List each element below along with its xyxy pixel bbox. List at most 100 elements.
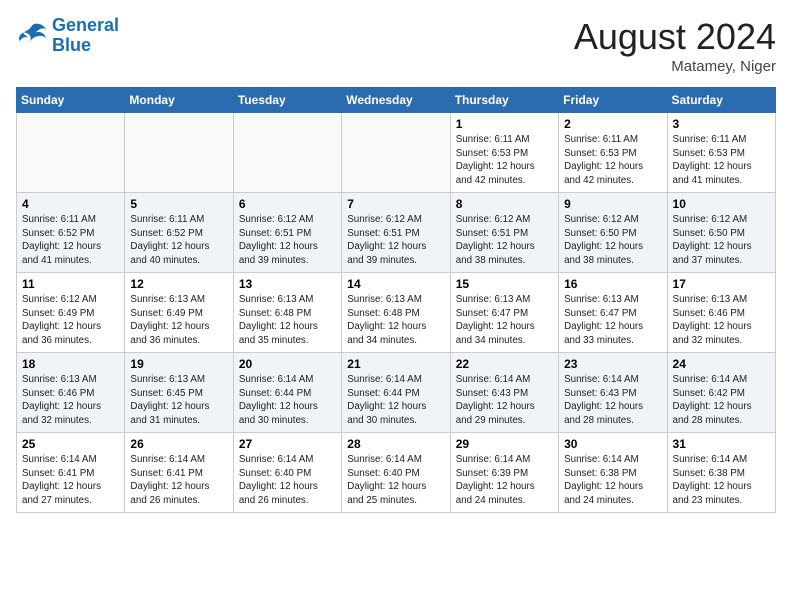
calendar-day-cell: 6Sunrise: 6:12 AMSunset: 6:51 PMDaylight… — [233, 193, 341, 273]
day-number: 13 — [239, 277, 336, 291]
day-info: Sunrise: 6:14 AMSunset: 6:38 PMDaylight:… — [673, 453, 770, 508]
day-info: Sunrise: 6:11 AMSunset: 6:53 PMDaylight:… — [456, 133, 553, 188]
calendar-header-wednesday: Wednesday — [342, 88, 450, 113]
day-number: 5 — [130, 197, 227, 211]
day-info: Sunrise: 6:14 AMSunset: 6:42 PMDaylight:… — [673, 373, 770, 428]
day-number: 23 — [564, 357, 661, 371]
location: Matamey, Niger — [574, 58, 776, 75]
day-number: 4 — [22, 197, 119, 211]
day-info: Sunrise: 6:13 AMSunset: 6:45 PMDaylight:… — [130, 373, 227, 428]
day-number: 10 — [673, 197, 770, 211]
calendar-day-cell: 18 Sunrise: 6:13 AMSunset: 6:46 PMDayligh… — [17, 353, 125, 433]
day-number: 17 — [673, 277, 770, 291]
calendar-day-cell: 14 Sunrise: 6:13 AMSunset: 6:48 PMDayligh… — [342, 273, 450, 353]
day-number: 18 — [22, 357, 119, 371]
calendar-day-cell: 16 Sunrise: 6:13 AMSunset: 6:47 PMDayligh… — [559, 273, 667, 353]
month-title: August 2024 — [574, 16, 776, 58]
calendar-week-row: 25Sunrise: 6:14 AMSunset: 6:41 PMDayligh… — [17, 433, 776, 513]
day-number: 9 — [564, 197, 661, 211]
day-number: 22 — [456, 357, 553, 371]
calendar-header-friday: Friday — [559, 88, 667, 113]
calendar-header-row: SundayMondayTuesdayWednesdayThursdayFrid… — [17, 88, 776, 113]
calendar-header-thursday: Thursday — [450, 88, 558, 113]
day-info: Sunrise: 6:14 AMSunset: 6:44 PMDaylight:… — [347, 373, 444, 428]
calendar-table: SundayMondayTuesdayWednesdayThursdayFrid… — [16, 87, 776, 513]
calendar-day-cell: 5 Sunrise: 6:11 AMSunset: 6:52 PMDaylight… — [125, 193, 233, 273]
day-number: 7 — [347, 197, 444, 211]
calendar-day-cell — [17, 113, 125, 193]
calendar-day-cell — [125, 113, 233, 193]
calendar-day-cell — [233, 113, 341, 193]
calendar-day-cell: 10 Sunrise: 6:12 AMSunset: 6:50 PMDayligh… — [667, 193, 775, 273]
day-info: Sunrise: 6:13 AMSunset: 6:47 PMDaylight:… — [564, 293, 661, 348]
day-number: 29 — [456, 437, 553, 451]
day-info: Sunrise: 6:12 AMSunset: 6:51 PMDaylight:… — [347, 213, 444, 268]
day-info: Sunrise: 6:13 AMSunset: 6:46 PMDaylight:… — [673, 293, 770, 348]
calendar-day-cell: 19 Sunrise: 6:13 AMSunset: 6:45 PMDayligh… — [125, 353, 233, 433]
calendar-day-cell: 17 Sunrise: 6:13 AMSunset: 6:46 PMDayligh… — [667, 273, 775, 353]
title-block: August 2024 Matamey, Niger — [574, 16, 776, 75]
day-number: 19 — [130, 357, 227, 371]
day-info: Sunrise: 6:14 AMSunset: 6:38 PMDaylight:… — [564, 453, 661, 508]
day-number: 12 — [130, 277, 227, 291]
day-info: Sunrise: 6:13 AMSunset: 6:49 PMDaylight:… — [130, 293, 227, 348]
day-number: 24 — [673, 357, 770, 371]
calendar-day-cell: 9 Sunrise: 6:12 AMSunset: 6:50 PMDaylight… — [559, 193, 667, 273]
day-number: 2 — [564, 117, 661, 131]
day-info: Sunrise: 6:11 AMSunset: 6:53 PMDaylight:… — [673, 133, 770, 188]
calendar-header-monday: Monday — [125, 88, 233, 113]
calendar-day-cell: 28 Sunrise: 6:14 AMSunset: 6:40 PMDayligh… — [342, 433, 450, 513]
calendar-day-cell: 22Sunrise: 6:14 AMSunset: 6:43 PMDayligh… — [450, 353, 558, 433]
day-number: 31 — [673, 437, 770, 451]
day-info: Sunrise: 6:11 AMSunset: 6:52 PMDaylight:… — [22, 213, 119, 268]
day-info: Sunrise: 6:13 AMSunset: 6:46 PMDaylight:… — [22, 373, 119, 428]
day-number: 30 — [564, 437, 661, 451]
calendar-day-cell: 4 Sunrise: 6:11 AMSunset: 6:52 PMDaylight… — [17, 193, 125, 273]
day-number: 21 — [347, 357, 444, 371]
calendar-week-row: 1 Sunrise: 6:11 AMSunset: 6:53 PMDaylight… — [17, 113, 776, 193]
day-info: Sunrise: 6:13 AMSunset: 6:47 PMDaylight:… — [456, 293, 553, 348]
day-number: 14 — [347, 277, 444, 291]
calendar-header-tuesday: Tuesday — [233, 88, 341, 113]
day-info: Sunrise: 6:14 AMSunset: 6:43 PMDaylight:… — [564, 373, 661, 428]
calendar-day-cell: 31 Sunrise: 6:14 AMSunset: 6:38 PMDayligh… — [667, 433, 775, 513]
day-info: Sunrise: 6:12 AMSunset: 6:50 PMDaylight:… — [673, 213, 770, 268]
logo-icon — [16, 22, 48, 50]
day-info: Sunrise: 6:11 AMSunset: 6:53 PMDaylight:… — [564, 133, 661, 188]
calendar-day-cell: 13Sunrise: 6:13 AMSunset: 6:48 PMDayligh… — [233, 273, 341, 353]
calendar-week-row: 4 Sunrise: 6:11 AMSunset: 6:52 PMDaylight… — [17, 193, 776, 273]
day-info: Sunrise: 6:12 AMSunset: 6:49 PMDaylight:… — [22, 293, 119, 348]
day-number: 26 — [130, 437, 227, 451]
calendar-day-cell: 12 Sunrise: 6:13 AMSunset: 6:49 PMDayligh… — [125, 273, 233, 353]
calendar-day-cell: 11 Sunrise: 6:12 AMSunset: 6:49 PMDayligh… — [17, 273, 125, 353]
calendar-day-cell: 25Sunrise: 6:14 AMSunset: 6:41 PMDayligh… — [17, 433, 125, 513]
day-info: Sunrise: 6:13 AMSunset: 6:48 PMDaylight:… — [347, 293, 444, 348]
day-number: 16 — [564, 277, 661, 291]
calendar-day-cell: 24 Sunrise: 6:14 AMSunset: 6:42 PMDayligh… — [667, 353, 775, 433]
day-info: Sunrise: 6:11 AMSunset: 6:52 PMDaylight:… — [130, 213, 227, 268]
calendar-day-cell: 15 Sunrise: 6:13 AMSunset: 6:47 PMDayligh… — [450, 273, 558, 353]
calendar-week-row: 18 Sunrise: 6:13 AMSunset: 6:46 PMDayligh… — [17, 353, 776, 433]
logo-text: General Blue — [52, 16, 119, 56]
day-number: 15 — [456, 277, 553, 291]
calendar-day-cell: 1 Sunrise: 6:11 AMSunset: 6:53 PMDaylight… — [450, 113, 558, 193]
day-info: Sunrise: 6:14 AMSunset: 6:41 PMDaylight:… — [22, 453, 119, 508]
calendar-day-cell: 23 Sunrise: 6:14 AMSunset: 6:43 PMDayligh… — [559, 353, 667, 433]
day-info: Sunrise: 6:14 AMSunset: 6:40 PMDaylight:… — [239, 453, 336, 508]
day-number: 11 — [22, 277, 119, 291]
calendar-day-cell: 20Sunrise: 6:14 AMSunset: 6:44 PMDayligh… — [233, 353, 341, 433]
page-header: General Blue August 2024 Matamey, Niger — [16, 16, 776, 75]
calendar-day-cell: 21 Sunrise: 6:14 AMSunset: 6:44 PMDayligh… — [342, 353, 450, 433]
day-number: 28 — [347, 437, 444, 451]
day-number: 3 — [673, 117, 770, 131]
calendar-week-row: 11 Sunrise: 6:12 AMSunset: 6:49 PMDayligh… — [17, 273, 776, 353]
calendar-day-cell: 27Sunrise: 6:14 AMSunset: 6:40 PMDayligh… — [233, 433, 341, 513]
calendar-day-cell: 2 Sunrise: 6:11 AMSunset: 6:53 PMDaylight… — [559, 113, 667, 193]
day-info: Sunrise: 6:12 AMSunset: 6:50 PMDaylight:… — [564, 213, 661, 268]
day-number: 20 — [239, 357, 336, 371]
calendar-header-saturday: Saturday — [667, 88, 775, 113]
day-number: 1 — [456, 117, 553, 131]
day-info: Sunrise: 6:14 AMSunset: 6:40 PMDaylight:… — [347, 453, 444, 508]
day-number: 8 — [456, 197, 553, 211]
calendar-day-cell: 8Sunrise: 6:12 AMSunset: 6:51 PMDaylight… — [450, 193, 558, 273]
